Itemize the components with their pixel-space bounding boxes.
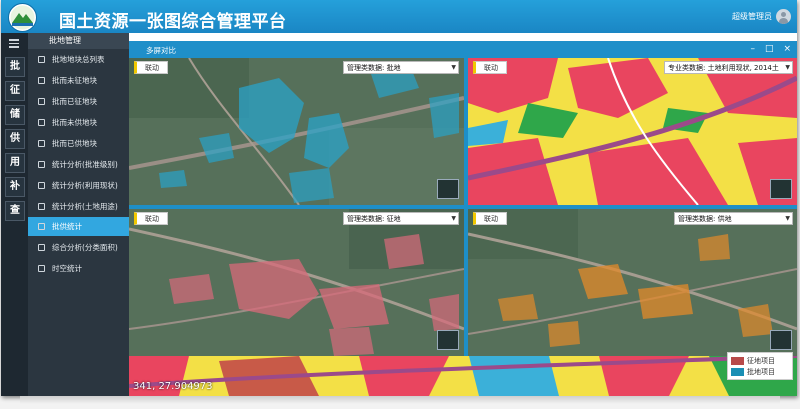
sidebar: 批地管理 批地地块总列表 批而未征地块 批而已征地块 批而未供地块 批而已供地块… — [28, 33, 129, 396]
window-titlebar[interactable]: 多屏对比 – □ × — [129, 41, 797, 58]
category-zheng[interactable]: 征 — [5, 81, 25, 101]
layer-select[interactable]: 管理类数据: 供地 ▼ — [674, 212, 793, 225]
compare-window: 多屏对比 – □ × 联动 管理类数据: 批地 ▼ 联动 专业类数据: 土地利用… — [129, 41, 797, 396]
app-header: 国土资源一张图综合管理平台 超级管理员 — [1, 0, 797, 33]
minimize-button[interactable]: – — [750, 43, 755, 55]
sidebar-item-label: 综合分析(分类面积) — [52, 243, 118, 252]
list-icon — [38, 265, 45, 272]
sidebar-item-label: 批供统计 — [52, 222, 82, 231]
layer-select[interactable]: 管理类数据: 批地 ▼ — [343, 61, 459, 74]
map-legend: 征地项目 批地项目 — [727, 352, 793, 380]
sidebar-item-supplied[interactable]: 批而已供地块 — [28, 134, 129, 153]
layer-select[interactable]: 管理类数据: 征地 ▼ — [343, 212, 459, 225]
chevron-down-icon: ▼ — [451, 64, 456, 71]
sidebar-item-label: 批而未供地块 — [52, 118, 97, 127]
sync-toggle[interactable]: 联动 — [473, 212, 507, 225]
chevron-down-icon: ▼ — [785, 64, 790, 71]
sidebar-item-label: 时空统计 — [52, 264, 82, 273]
category-bu[interactable]: 补 — [5, 177, 25, 197]
map-stage: 联动 管理类数据: 批地 ▼ 联动 专业类数据: 土地利用现状, 2014土 ▼… — [129, 58, 797, 396]
category-strip: 批 征 储 供 用 补 查 — [1, 33, 28, 396]
legend-swatch — [731, 367, 744, 376]
category-yong[interactable]: 用 — [5, 153, 25, 173]
list-icon — [38, 182, 45, 189]
list-icon — [38, 98, 45, 105]
list-icon — [38, 244, 45, 251]
landuse-map[interactable] — [468, 58, 797, 205]
layer-select-value: 专业类数据: 土地利用现状, 2014土 — [668, 64, 779, 72]
category-pi[interactable]: 批 — [5, 57, 25, 77]
list-icon — [38, 77, 45, 84]
sync-toggle[interactable]: 联动 — [473, 61, 507, 74]
close-button[interactable]: × — [783, 43, 791, 55]
maximize-button[interactable]: □ — [765, 43, 774, 55]
category-chu[interactable]: 储 — [5, 105, 25, 125]
sidebar-item-label: 统计分析(利用现状) — [52, 181, 118, 190]
app-title: 国土资源一张图综合管理平台 — [59, 12, 287, 32]
sidebar-item-unsupplied[interactable]: 批而未供地块 — [28, 113, 129, 132]
satellite-map[interactable] — [129, 58, 464, 205]
mountain-logo-icon — [8, 3, 37, 32]
sidebar-item-stats-level[interactable]: 统计分析(批准级别) — [28, 155, 129, 174]
sidebar-item-label: 批而已供地块 — [52, 139, 97, 148]
map-pane-approved[interactable]: 联动 管理类数据: 批地 ▼ — [129, 58, 464, 205]
map-pane-expropriated[interactable]: 联动 管理类数据: 征地 ▼ — [129, 209, 464, 356]
app-window: 国土资源一张图综合管理平台 超级管理员 批 征 储 供 用 补 查 批地管理 批… — [1, 0, 797, 396]
sidebar-item-stats-purpose[interactable]: 统计分析(土地用途) — [28, 197, 129, 216]
list-icon — [38, 203, 45, 210]
coordinate-readout: 341, 27.904973 — [133, 381, 213, 392]
overview-map-icon[interactable] — [770, 179, 792, 199]
pane-divider[interactable] — [129, 205, 797, 209]
user-menu[interactable]: 超级管理员 — [732, 9, 791, 24]
legend-item: 批地项目 — [731, 366, 789, 377]
sidebar-header: 批地管理 — [28, 33, 129, 49]
legend-label: 征地项目 — [747, 356, 775, 365]
sidebar-item-all-plots[interactable]: 批地地块总列表 — [28, 50, 129, 69]
base-map[interactable] — [129, 356, 797, 396]
list-icon — [38, 161, 45, 168]
map-pane-supplied[interactable]: 联动 管理类数据: 供地 ▼ — [468, 209, 797, 356]
sidebar-item-spatiotemporal[interactable]: 时空统计 — [28, 259, 129, 278]
layer-select-value: 管理类数据: 供地 — [678, 215, 732, 223]
overview-map-icon[interactable] — [437, 330, 459, 350]
user-name[interactable]: 超级管理员 — [732, 11, 772, 22]
legend-item: 征地项目 — [731, 355, 789, 366]
list-icon — [38, 56, 45, 63]
sidebar-item-approval-supply-stats[interactable]: 批供统计 — [28, 217, 129, 236]
sidebar-item-area-analysis[interactable]: 综合分析(分类面积) — [28, 238, 129, 257]
legend-label: 批地项目 — [747, 367, 775, 376]
chevron-down-icon: ▼ — [785, 215, 790, 222]
category-cha[interactable]: 查 — [5, 201, 25, 221]
sidebar-item-label: 批地地块总列表 — [52, 55, 105, 64]
list-icon — [38, 119, 45, 126]
sidebar-item-stats-usage[interactable]: 统计分析(利用现状) — [28, 176, 129, 195]
window-title: 多屏对比 — [146, 46, 176, 55]
sidebar-item-label: 统计分析(土地用途) — [52, 202, 118, 211]
sync-toggle[interactable]: 联动 — [134, 61, 168, 74]
map-pane-landuse[interactable]: 联动 专业类数据: 土地利用现状, 2014土 ▼ — [468, 58, 797, 205]
sync-toggle[interactable]: 联动 — [134, 212, 168, 225]
overview-map-icon[interactable] — [437, 179, 459, 199]
hamburger-icon[interactable] — [9, 37, 19, 50]
sidebar-item-expropriated[interactable]: 批而已征地块 — [28, 92, 129, 111]
satellite-map[interactable] — [468, 209, 797, 356]
overview-map-icon[interactable] — [770, 330, 792, 350]
sidebar-item-label: 批而未征地块 — [52, 76, 97, 85]
legend-swatch — [731, 356, 744, 365]
sidebar-item-label: 统计分析(批准级别) — [52, 160, 118, 169]
frame-shadow — [20, 396, 780, 404]
layer-select-value: 管理类数据: 批地 — [347, 64, 401, 72]
layer-select[interactable]: 专业类数据: 土地利用现状, 2014土 ▼ — [664, 61, 793, 74]
chevron-down-icon: ▼ — [451, 215, 456, 222]
sidebar-item-label: 批而已征地块 — [52, 97, 97, 106]
layer-select-value: 管理类数据: 征地 — [347, 215, 401, 223]
sidebar-item-unexpropriated[interactable]: 批而未征地块 — [28, 71, 129, 90]
list-icon — [38, 223, 45, 230]
list-icon — [38, 140, 45, 147]
category-gong[interactable]: 供 — [5, 129, 25, 149]
avatar-icon[interactable] — [776, 9, 791, 24]
satellite-map[interactable] — [129, 209, 464, 356]
